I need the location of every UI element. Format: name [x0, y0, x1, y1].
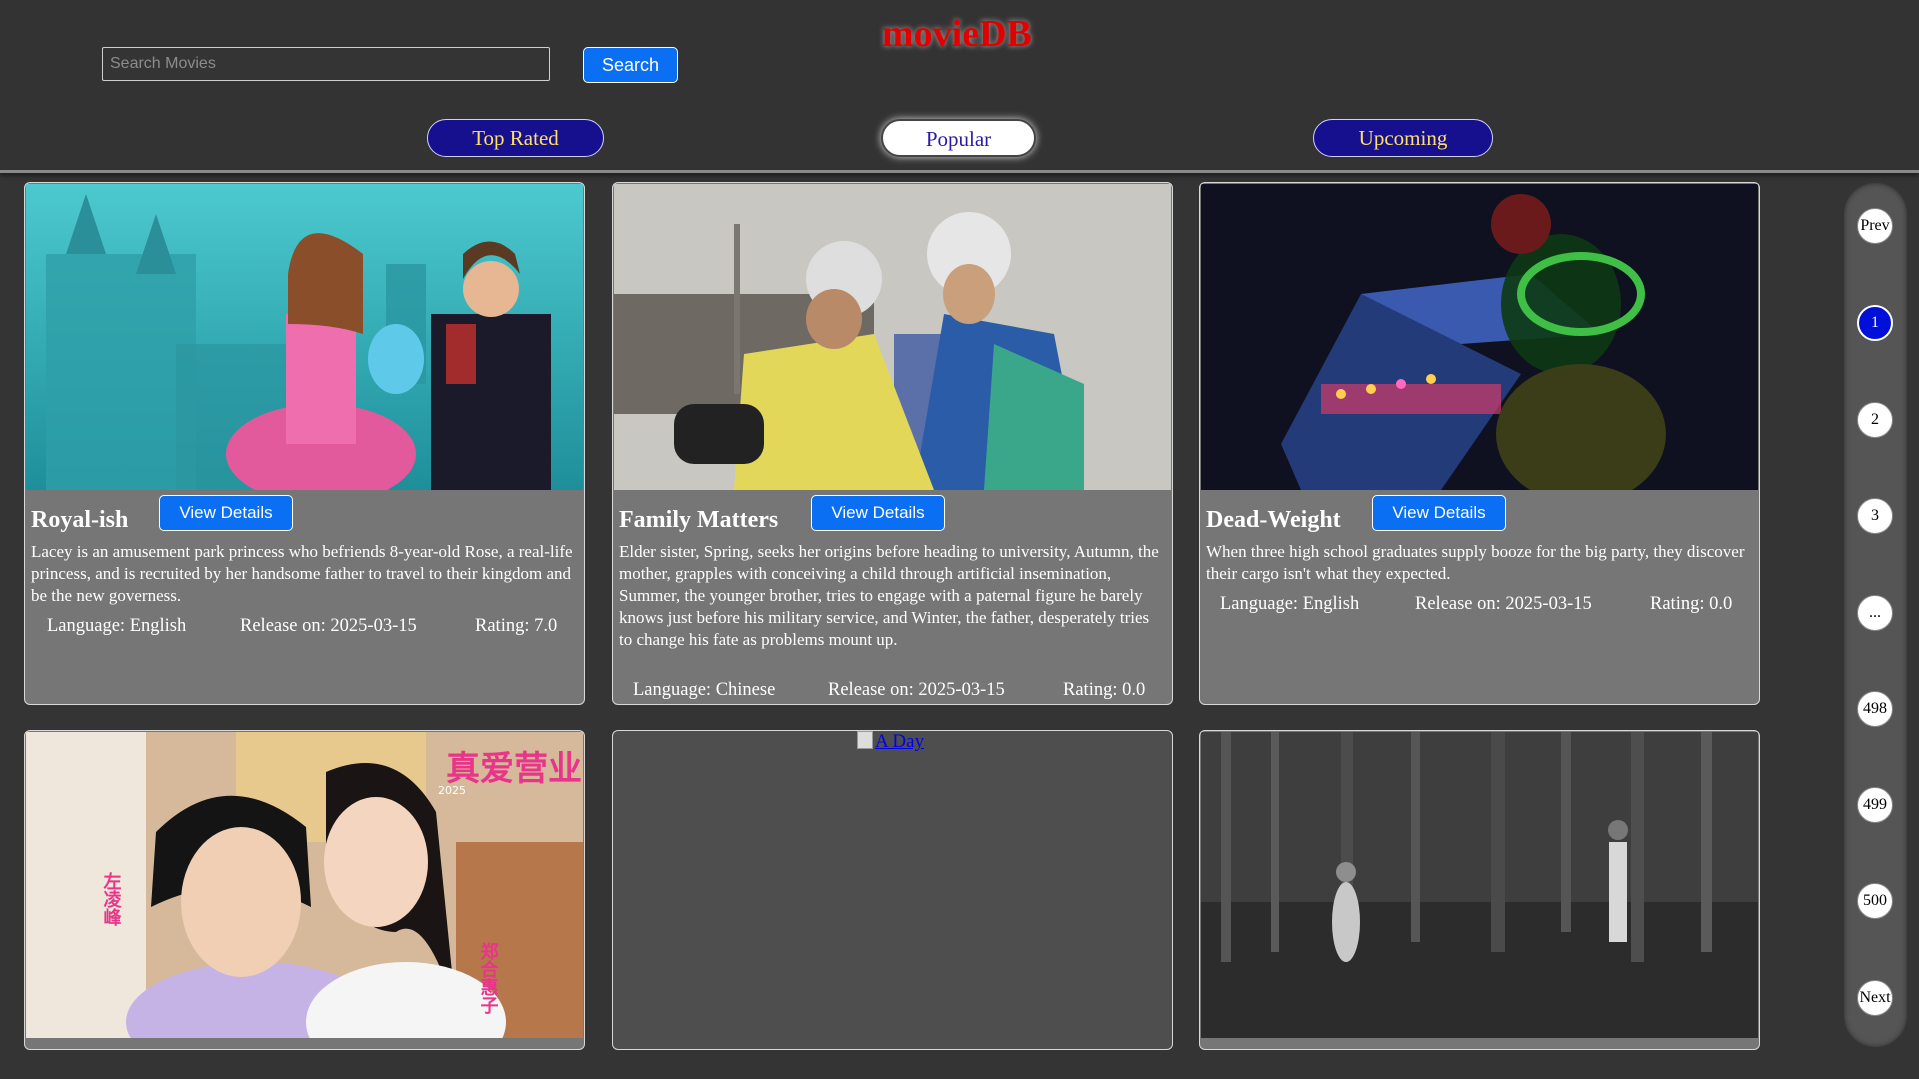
- movie-card: [1199, 730, 1760, 1050]
- page-button-3[interactable]: 3: [1857, 498, 1893, 534]
- page-button-2[interactable]: 2: [1857, 402, 1893, 438]
- movie-release-date: Release on: 2025-03-15: [240, 616, 417, 636]
- movie-language: Language: English: [1220, 594, 1360, 614]
- search-input[interactable]: [102, 47, 550, 81]
- prev-page-button[interactable]: Prev: [1857, 208, 1893, 244]
- view-details-button[interactable]: View Details: [1372, 495, 1506, 531]
- poster-credit-right: 郑合惠子: [478, 941, 499, 1014]
- pagination: Prev 1 2 3 ... 498 499 500 Next: [1844, 183, 1907, 1047]
- tab-upcoming[interactable]: Upcoming: [1313, 119, 1493, 157]
- movie-card: A Day: [612, 730, 1173, 1050]
- movie-card: Royal-ish View Details Lacey is an amuse…: [24, 182, 585, 705]
- movie-poster: [26, 184, 583, 490]
- movie-poster: 真爱营业 2025 左凌峰 郑合惠子: [26, 732, 583, 1038]
- movie-poster: [614, 184, 1171, 490]
- broken-image-icon: [857, 731, 873, 749]
- movie-card: Dead-Weight View Details When three high…: [1199, 182, 1760, 705]
- page-ellipsis-button[interactable]: ...: [1857, 595, 1893, 631]
- movie-overview: Elder sister, Spring, seeks her origins …: [619, 542, 1159, 649]
- tab-popular[interactable]: Popular: [881, 119, 1036, 157]
- movie-card: 真爱营业 2025 左凌峰 郑合惠子: [24, 730, 585, 1050]
- movie-poster: [1201, 184, 1758, 490]
- site-header: movieDB Search Top Rated Popular Upcomin…: [0, 0, 1919, 173]
- movie-card: Family Matters View Details Elder sister…: [612, 182, 1173, 705]
- page-button-499[interactable]: 499: [1857, 787, 1893, 823]
- movie-rating: Rating: 0.0: [1063, 680, 1146, 700]
- view-details-button[interactable]: View Details: [811, 495, 945, 531]
- page-button-498[interactable]: 498: [1857, 691, 1893, 727]
- movie-rating: Rating: 7.0: [475, 616, 558, 636]
- view-details-button[interactable]: View Details: [159, 495, 293, 531]
- poster-credit-left: 左凌峰: [101, 871, 122, 927]
- broken-poster-link[interactable]: A Day: [857, 731, 924, 753]
- movie-language: Language: English: [47, 616, 187, 636]
- search-button[interactable]: Search: [583, 47, 678, 83]
- movie-title: Dead-Weight: [1206, 507, 1341, 533]
- movie-release-date: Release on: 2025-03-15: [828, 680, 1005, 700]
- page-button-500[interactable]: 500: [1857, 883, 1893, 919]
- site-title: movieDB: [882, 13, 1032, 55]
- poster-title-cn: 真爱营业: [446, 749, 582, 789]
- movie-poster: [1201, 732, 1758, 1038]
- next-page-button[interactable]: Next: [1857, 980, 1893, 1016]
- tab-top-rated[interactable]: Top Rated: [427, 119, 604, 157]
- movie-title: Family Matters: [619, 507, 779, 533]
- movie-overview: Lacey is an amusement park princess who …: [31, 542, 573, 605]
- movie-title: Royal-ish: [31, 507, 129, 533]
- broken-image-alt: A Day: [875, 731, 925, 752]
- poster-year: 2025: [438, 784, 466, 797]
- movie-overview: When three high school graduates supply …: [1206, 542, 1745, 583]
- movie-rating: Rating: 0.0: [1650, 594, 1733, 614]
- movie-language: Language: Chinese: [633, 680, 776, 700]
- movie-release-date: Release on: 2025-03-15: [1415, 594, 1592, 614]
- page-button-1[interactable]: 1: [1857, 305, 1893, 341]
